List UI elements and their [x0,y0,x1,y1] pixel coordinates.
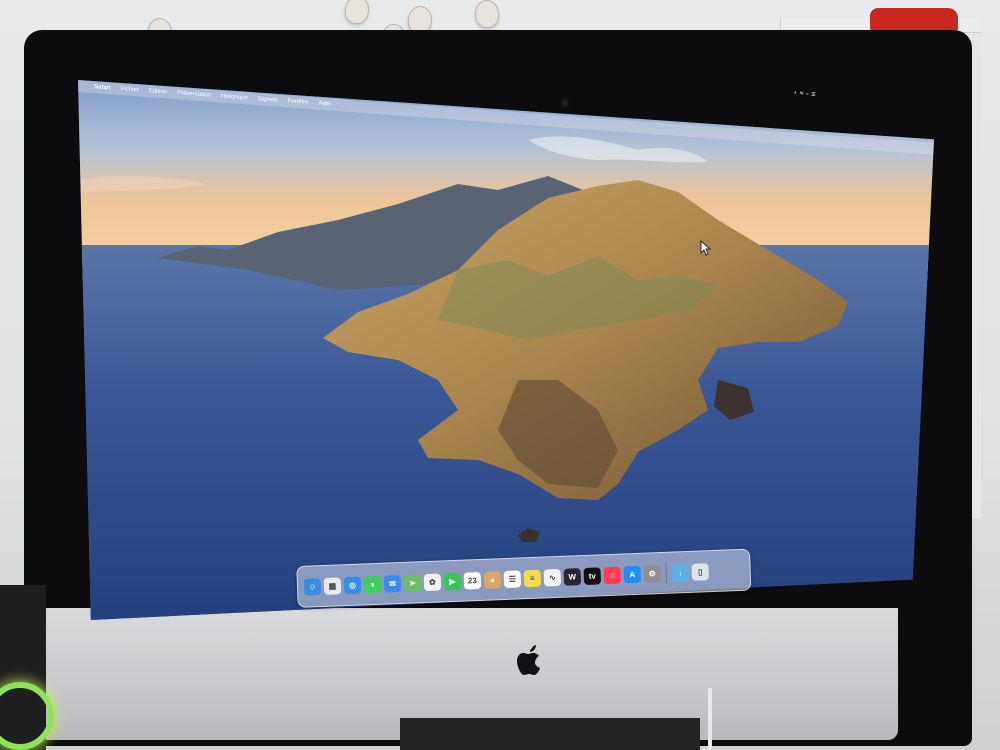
music-icon[interactable]: ♫ [603,566,622,584]
desktop-screen: Safari Fichier Édition Présentation Hist… [78,80,934,620]
power-cable [708,688,712,750]
contacts-icon[interactable]: ◕ [483,570,502,589]
maps-icon[interactable]: ➤ [403,573,422,592]
notes-icon[interactable]: ≡ [523,569,542,587]
catalina-wallpaper [78,80,934,620]
apple-logo-icon [517,645,540,675]
menu-app-name[interactable]: Safari [94,84,111,91]
menu-item-aide[interactable]: Aide [318,101,330,108]
menu-item-signets[interactable]: Signets [258,96,278,103]
desk-shadow [400,718,700,750]
freeform-icon[interactable]: ∿ [543,568,562,587]
calendar-icon[interactable]: 23 [463,571,482,590]
mouse-pointer-icon [700,240,712,256]
launchpad-icon[interactable]: ▦ [323,576,342,595]
toy-car [870,8,958,32]
messages-icon[interactable]: ● [363,575,382,593]
menu-item-presentation[interactable]: Présentation [177,90,211,98]
menu-item-fenetre[interactable]: Fenêtre [288,98,309,106]
facetime-icon[interactable]: ▶ [443,572,462,590]
warcraft-icon[interactable]: W [563,567,582,586]
heart-ornament [342,0,372,26]
apple-tv-icon[interactable]: tv [583,566,602,585]
reminders-icon[interactable]: ☰ [503,569,522,588]
menu-item-historique[interactable]: Historique [221,93,248,101]
safari-icon[interactable]: ◎ [343,576,362,594]
app-store-icon[interactable]: A [623,565,642,583]
trash-icon[interactable]: ▯ [691,562,710,581]
menu-item-edition[interactable]: Édition [149,88,167,95]
system-preferences-icon[interactable]: ⚙ [643,564,662,583]
camera-icon [562,100,568,106]
menu-item-fichier[interactable]: Fichier [121,86,139,93]
photos-icon[interactable]: ✿ [423,572,442,591]
finder-icon[interactable]: ☺ [303,577,322,596]
downloads-folder-icon[interactable]: ↓ [671,563,690,582]
dock-separator [665,562,668,583]
mail-icon[interactable]: ✉ [383,574,402,593]
heart-ornament [474,0,500,29]
